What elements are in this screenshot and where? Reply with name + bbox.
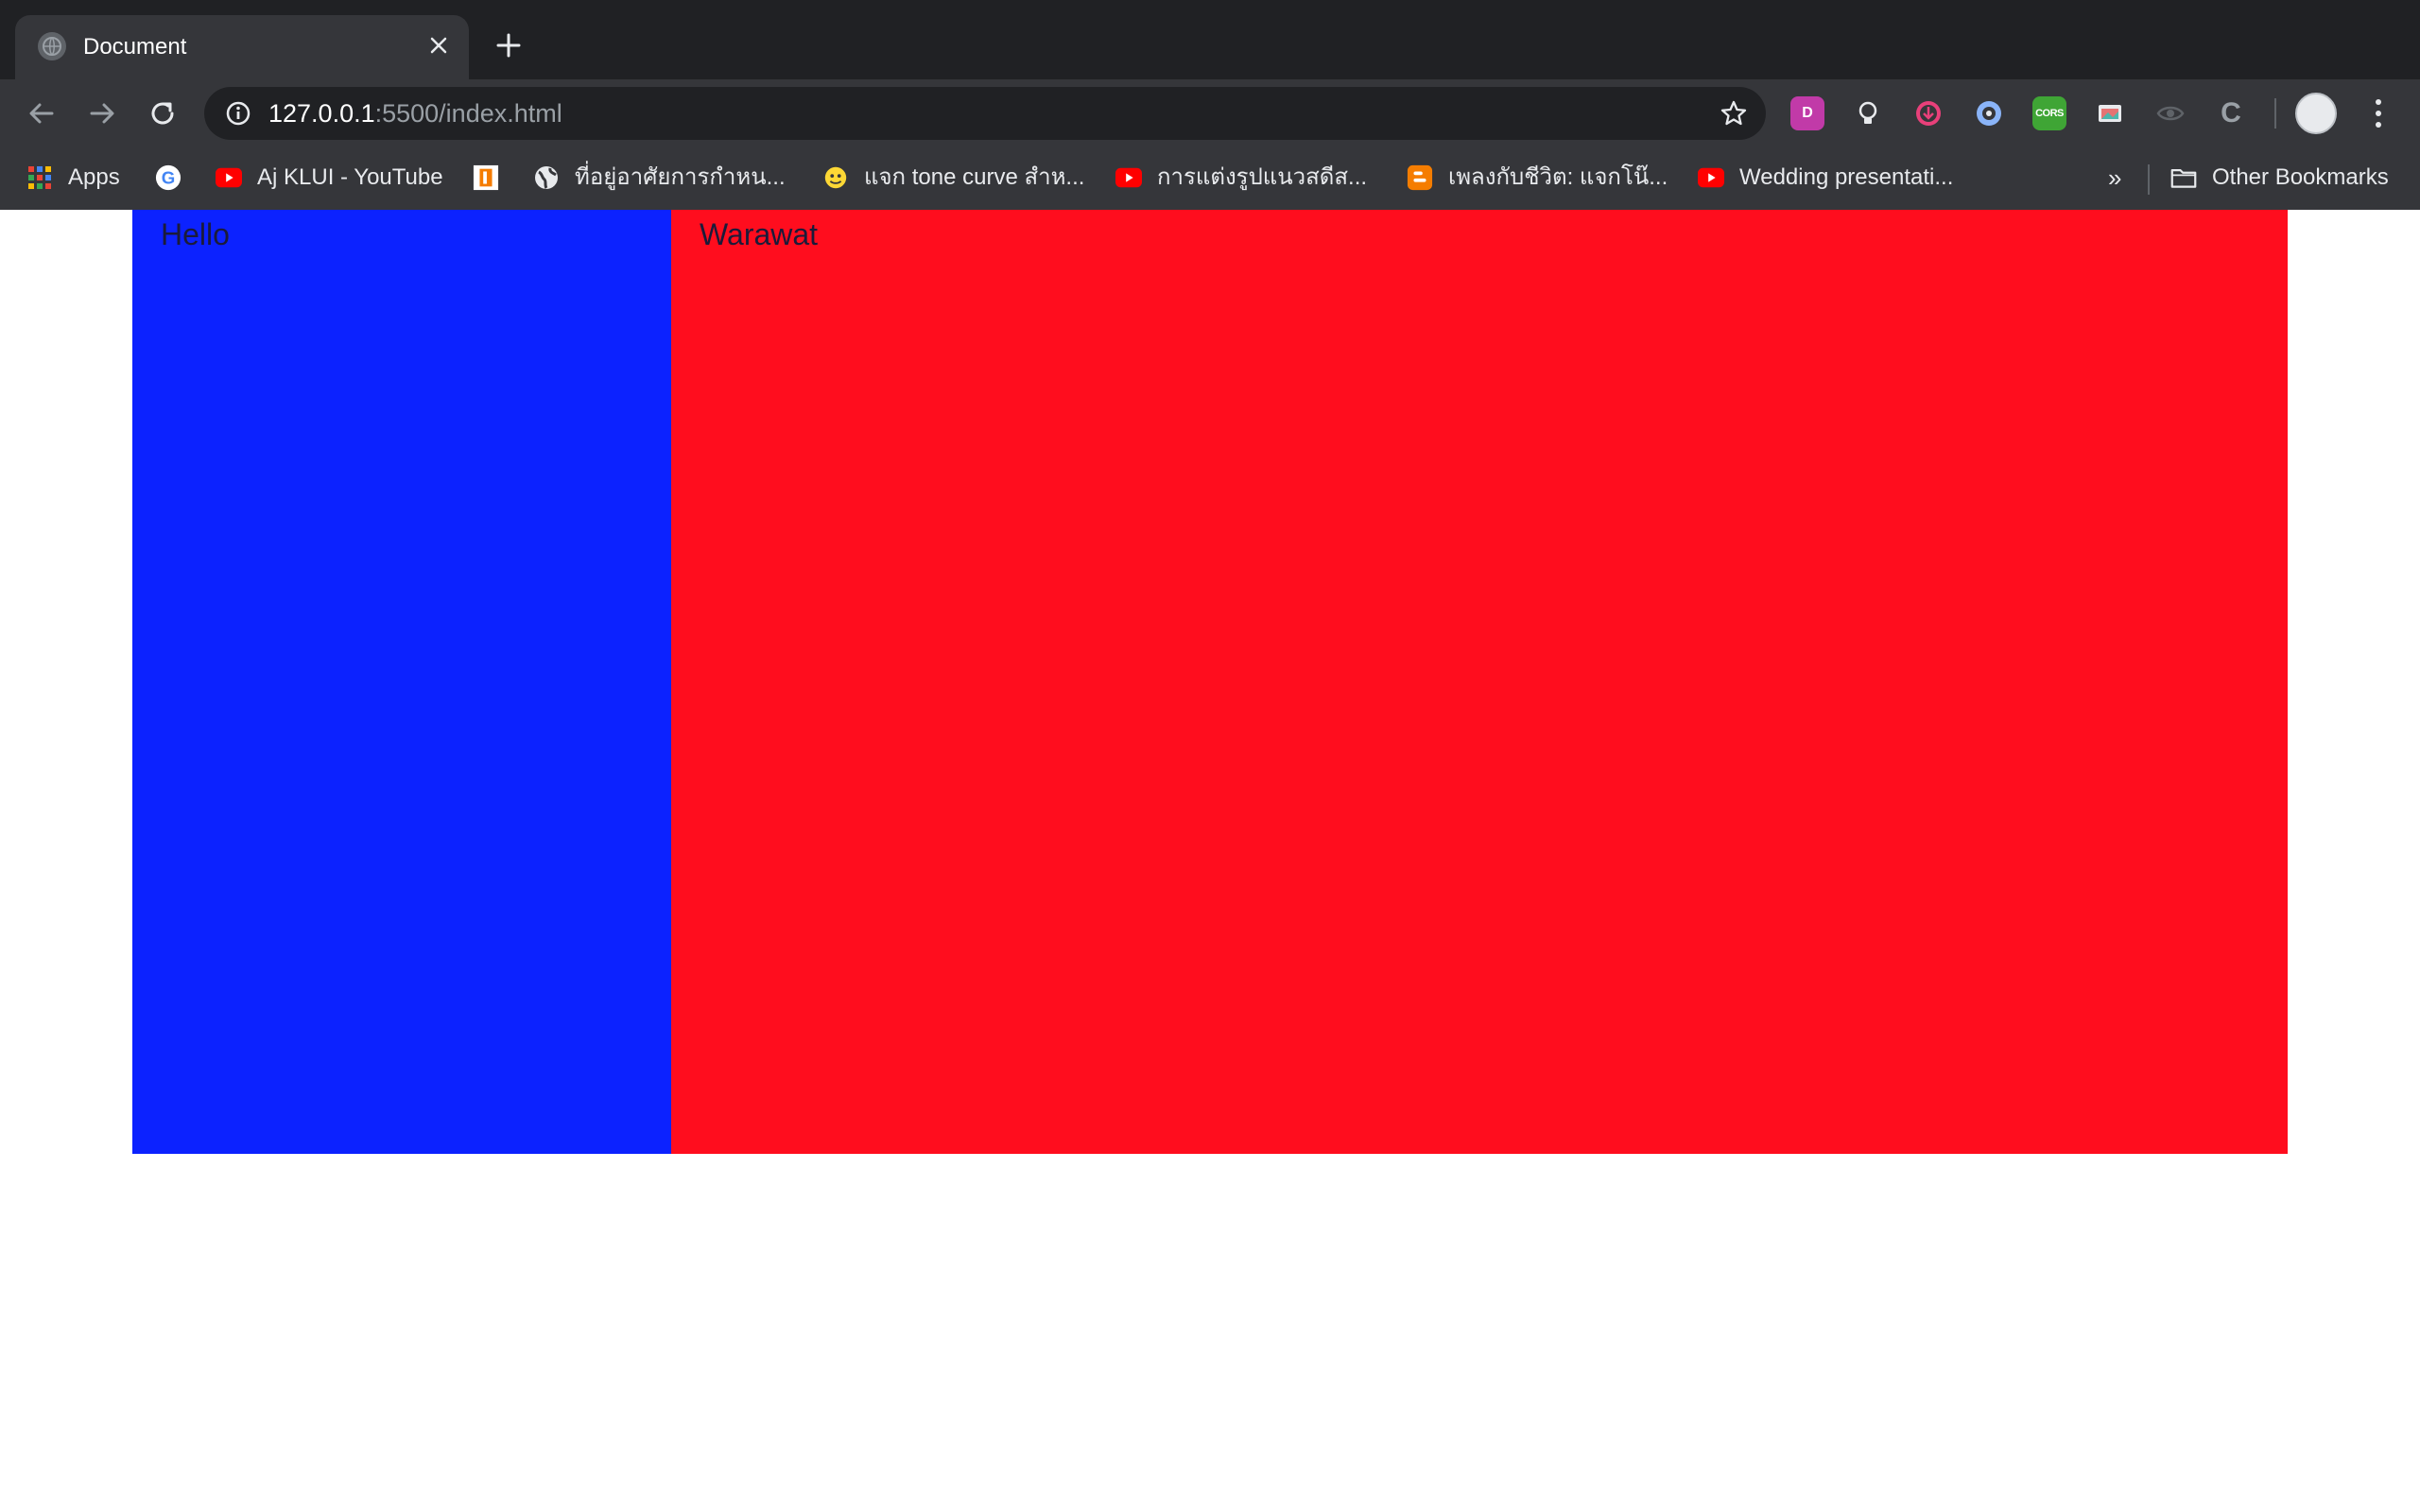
info-icon[interactable] xyxy=(225,100,251,127)
more-menu-icon[interactable] xyxy=(2358,93,2399,134)
plus-icon[interactable] xyxy=(488,25,529,66)
tab-title: Document xyxy=(83,34,187,60)
bookmark-wedding[interactable]: Wedding presentati... xyxy=(1698,161,1953,195)
bookmark-label: ที่อยู่อาศัยการกำหน... xyxy=(575,164,786,190)
toolbar-divider xyxy=(2274,98,2276,129)
warawat-text: Warawat xyxy=(700,217,819,251)
bookmark-blogger[interactable]: เพลงกับชีวิต: แจกโน๊... xyxy=(1407,161,1668,195)
circle-extension-icon[interactable] xyxy=(1972,96,2006,130)
address-bar[interactable]: 127.0.0.1:5500/index.html xyxy=(204,87,1766,140)
star-icon[interactable] xyxy=(1719,98,1749,129)
url-host: 127.0.0.1 xyxy=(268,99,375,128)
apps-grid-icon xyxy=(26,164,53,191)
bookmarks-bar: Apps G Aj KLUI - YouTube ที่อยู่อาศัยการ… xyxy=(0,147,2420,210)
tab-strip: Document xyxy=(0,0,2420,79)
url-text[interactable]: 127.0.0.1:5500/index.html xyxy=(268,98,562,129)
youtube-icon xyxy=(1698,164,1724,191)
bookmarks-divider xyxy=(2148,164,2150,195)
globe-icon xyxy=(38,32,66,60)
download-extension-icon[interactable] xyxy=(1911,96,1945,130)
emoji-icon xyxy=(822,164,849,191)
bookmark-thai-housing[interactable]: ที่อยู่อาศัยการกำหน... xyxy=(533,161,786,195)
bookmark-label: การแต่งรูปแนวสดีส... xyxy=(1157,164,1368,190)
bookmark-label: Aj KLUI - YouTube xyxy=(257,164,443,190)
c-extension-icon[interactable]: C xyxy=(2214,96,2248,130)
bookmark-label: เพลงกับชีวิต: แจกโน๊... xyxy=(1448,164,1668,190)
bookmarks-overflow-button[interactable]: » xyxy=(2108,161,2121,195)
content-container: Hello Warawat xyxy=(132,210,2288,1154)
right-column: Warawat xyxy=(671,210,2288,1154)
bookmark-label: แจก tone curve สำห... xyxy=(864,164,1085,190)
youtube-icon xyxy=(216,164,242,191)
bookmark-tone-curve[interactable]: แจก tone curve สำห... xyxy=(822,161,1084,195)
bookmark-photo-editing[interactable]: การแต่งรูปแนวสดีส... xyxy=(1115,161,1367,195)
bookmark-label: Wedding presentati... xyxy=(1739,164,1954,190)
bookmark-label: Apps xyxy=(68,164,120,190)
toolbar: 127.0.0.1:5500/index.html D CORS C xyxy=(0,79,2420,147)
back-arrow-icon[interactable] xyxy=(21,93,62,134)
bookmark-apps[interactable]: Apps xyxy=(26,161,120,195)
screenshot-extension-icon[interactable] xyxy=(2093,96,2127,130)
youtube-icon xyxy=(1115,164,1142,191)
google-icon: G xyxy=(155,164,182,191)
close-icon[interactable] xyxy=(422,28,456,62)
avatar[interactable] xyxy=(2295,93,2337,134)
bookmark-orange-icon xyxy=(473,164,499,191)
tab-document[interactable]: Document xyxy=(15,15,469,79)
bulb-extension-icon[interactable] xyxy=(1851,96,1885,130)
page-viewport: Hello Warawat xyxy=(0,210,2420,1512)
bookmark-aj-klui-youtube[interactable]: Aj KLUI - YouTube xyxy=(216,161,443,195)
d-extension-icon[interactable]: D xyxy=(1790,96,1824,130)
reload-icon[interactable] xyxy=(142,93,183,134)
globe-icon xyxy=(533,164,560,191)
hello-text: Hello xyxy=(161,217,230,251)
svg-text:G: G xyxy=(162,168,176,188)
bookmark-google[interactable]: G xyxy=(155,161,182,195)
browser-window: Document 127.0.0.1:5500/index.html D COR… xyxy=(0,0,2420,210)
cors-extension-icon[interactable]: CORS xyxy=(2032,96,2066,130)
folder-icon xyxy=(2170,164,2197,191)
blogger-icon xyxy=(1407,164,1433,191)
other-bookmarks-folder[interactable]: Other Bookmarks xyxy=(2170,161,2389,195)
other-bookmarks-label: Other Bookmarks xyxy=(2212,164,2389,190)
forward-arrow-icon[interactable] xyxy=(81,93,123,134)
eye-extension-icon[interactable] xyxy=(2153,96,2187,130)
bookmark-orange[interactable] xyxy=(473,161,499,195)
url-path: :5500/index.html xyxy=(374,99,562,128)
left-column: Hello xyxy=(132,210,671,1154)
